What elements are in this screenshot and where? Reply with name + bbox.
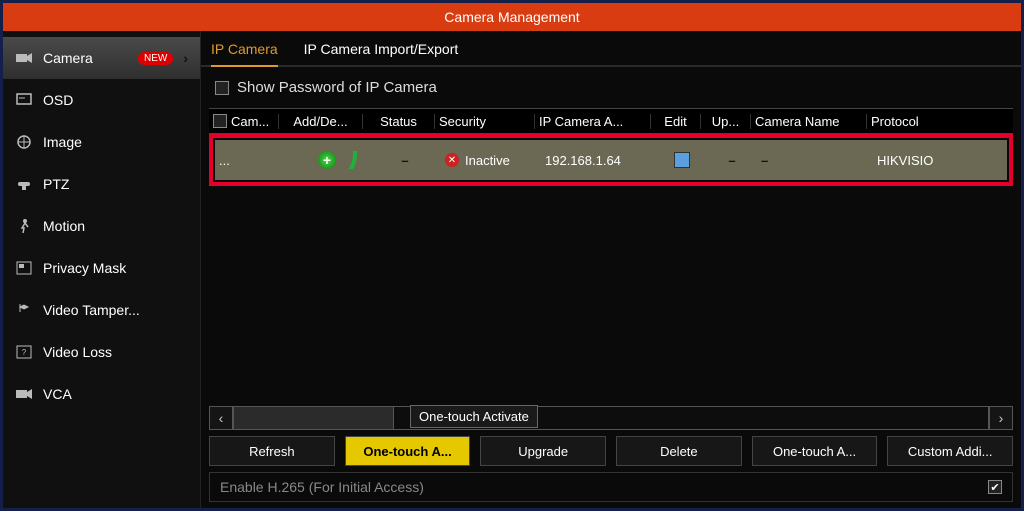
sidebar-item-motion[interactable]: Motion: [3, 205, 200, 247]
col-camera[interactable]: Cam...: [209, 114, 279, 129]
sidebar-item-image[interactable]: Image: [3, 121, 200, 163]
delete-button[interactable]: Delete: [616, 436, 742, 466]
sidebar-item-vca[interactable]: VCA: [3, 373, 200, 415]
highlight-box: ... + – ✕ Inactive 192.168.1.64 –: [209, 134, 1013, 186]
cell-edit: [657, 152, 707, 168]
table-row[interactable]: ... + – ✕ Inactive 192.168.1.64 –: [215, 140, 1007, 180]
enable-h265-checkbox[interactable]: ✔: [988, 480, 1002, 494]
add-icon[interactable]: +: [318, 151, 336, 169]
svg-text:?: ?: [22, 348, 27, 357]
col-edit[interactable]: Edit: [651, 114, 701, 129]
sidebar-label: Motion: [43, 218, 188, 234]
tab-import-export[interactable]: IP Camera Import/Export: [304, 41, 459, 65]
main-layout: Camera NEW › OSD Image PTZ Motio: [3, 31, 1021, 508]
table-header: Cam... Add/De... Status Security IP Came…: [209, 108, 1013, 134]
sidebar-label: OSD: [43, 92, 188, 108]
sidebar-label: Video Tamper...: [43, 302, 188, 318]
tamper-icon: [15, 301, 33, 319]
sidebar-item-osd[interactable]: OSD: [3, 79, 200, 121]
scroll-track[interactable]: One-touch Activate: [233, 406, 989, 430]
sidebar-label: Privacy Mask: [43, 260, 188, 276]
camera-icon: [15, 49, 33, 67]
title-text: Camera Management: [444, 9, 579, 25]
main-panel: IP Camera IP Camera Import/Export Show P…: [201, 31, 1021, 508]
vca-icon: [15, 385, 33, 403]
title-bar: Camera Management: [3, 3, 1021, 31]
image-icon: [15, 133, 33, 151]
scroll-right-button[interactable]: ›: [989, 406, 1013, 430]
scroll-thumb[interactable]: [234, 407, 394, 429]
camera-table: Cam... Add/De... Status Security IP Came…: [209, 108, 1013, 186]
col-name[interactable]: Camera Name: [751, 114, 867, 129]
horizontal-scrollbar: ‹ One-touch Activate ›: [209, 404, 1013, 432]
sidebar: Camera NEW › OSD Image PTZ Motio: [3, 31, 201, 508]
col-up[interactable]: Up...: [701, 114, 751, 129]
enable-h265-label: Enable H.265 (For Initial Access): [220, 479, 978, 495]
enable-h265-row: Enable H.265 (For Initial Access) ✔: [209, 472, 1013, 502]
col-camera-label: Cam...: [231, 114, 269, 129]
privacy-icon: [15, 259, 33, 277]
edit-icon[interactable]: [674, 152, 690, 168]
sidebar-item-tamper[interactable]: Video Tamper...: [3, 289, 200, 331]
col-protocol[interactable]: Protocol: [867, 114, 947, 129]
sidebar-item-privacy[interactable]: Privacy Mask: [3, 247, 200, 289]
sidebar-label: VCA: [43, 386, 188, 402]
col-add[interactable]: Add/De...: [279, 114, 363, 129]
one-touch-add-button[interactable]: One-touch A...: [752, 436, 878, 466]
ptz-icon: [15, 175, 33, 193]
cell-ip: 192.168.1.64: [541, 153, 657, 168]
one-touch-activate-button[interactable]: One-touch A...: [345, 436, 471, 466]
osd-icon: [15, 91, 33, 109]
col-security[interactable]: Security: [435, 114, 535, 129]
show-password-label: Show Password of IP Camera: [237, 79, 437, 96]
sidebar-item-camera[interactable]: Camera NEW ›: [3, 37, 200, 79]
cell-name: –: [757, 153, 873, 168]
col-ip[interactable]: IP Camera A...: [535, 114, 651, 129]
show-password-row: Show Password of IP Camera: [201, 67, 1021, 108]
security-text: Inactive: [465, 153, 510, 168]
col-status[interactable]: Status: [363, 114, 435, 129]
custom-add-button[interactable]: Custom Addi...: [887, 436, 1013, 466]
sidebar-label: Video Loss: [43, 344, 188, 360]
scroll-left-button[interactable]: ‹: [209, 406, 233, 430]
sidebar-label: PTZ: [43, 176, 188, 192]
empty-area: [201, 186, 1021, 398]
sidebar-label: Camera: [43, 50, 128, 66]
new-badge: NEW: [138, 52, 173, 65]
cell-status: –: [369, 153, 441, 168]
action-button-row: Refresh One-touch A... Upgrade Delete On…: [209, 436, 1013, 466]
cell-cam: ...: [215, 153, 285, 168]
inactive-icon: ✕: [445, 153, 459, 167]
tooltip: One-touch Activate: [410, 405, 538, 428]
cell-add: +: [285, 151, 369, 169]
chevron-right-icon: ›: [183, 50, 188, 66]
sidebar-label: Image: [43, 134, 188, 150]
tab-ip-camera[interactable]: IP Camera: [211, 41, 278, 67]
cell-security: ✕ Inactive: [441, 153, 541, 168]
upgrade-button[interactable]: Upgrade: [480, 436, 606, 466]
motion-icon: [15, 217, 33, 235]
refresh-button[interactable]: Refresh: [209, 436, 335, 466]
cell-up: –: [707, 153, 757, 168]
tab-bar: IP Camera IP Camera Import/Export: [201, 31, 1021, 67]
sidebar-item-ptz[interactable]: PTZ: [3, 163, 200, 205]
show-password-checkbox[interactable]: [215, 81, 229, 95]
cell-protocol: HIKVISIO: [873, 153, 953, 168]
sidebar-item-videoloss[interactable]: ? Video Loss: [3, 331, 200, 373]
select-all-checkbox[interactable]: [213, 114, 227, 128]
videoloss-icon: ?: [15, 343, 33, 361]
